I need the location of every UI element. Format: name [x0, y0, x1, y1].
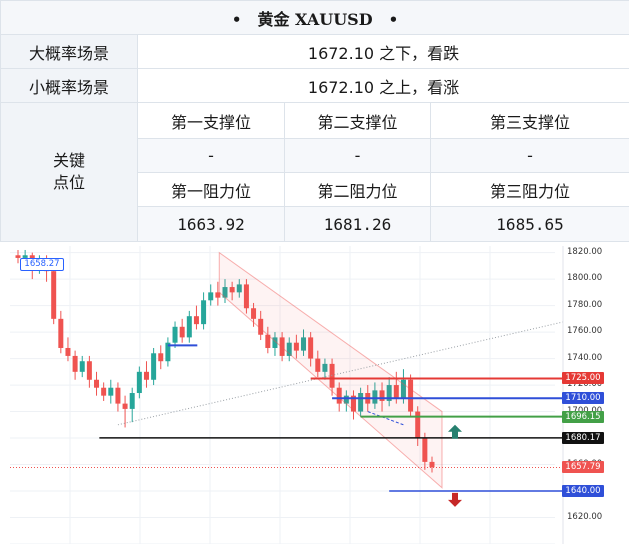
candle-body — [86, 361, 92, 380]
price-axis-label: 1760.00 — [567, 326, 603, 337]
candle-body — [115, 387, 121, 404]
level-tag: 1696.15 — [562, 410, 604, 423]
large-prob-label: 大概率场景 — [0, 34, 138, 69]
candle-body — [101, 387, 107, 396]
candle-body — [72, 355, 78, 372]
candle-body — [151, 353, 157, 380]
candle-body — [186, 316, 192, 338]
price-axis-label: 1780.00 — [567, 299, 603, 310]
candle-body — [79, 361, 85, 372]
key-levels-label: 关键点位 — [0, 102, 138, 242]
price-axis-label: 1620.00 — [567, 511, 603, 522]
candle-body — [108, 387, 114, 396]
support-1-value: - — [137, 138, 285, 173]
candle-body — [201, 300, 207, 325]
candle-body — [143, 371, 149, 380]
resistance-1-header: 第一阻力位 — [137, 172, 285, 207]
support-header-row: 关键点位 第一支撑位 第二支撑位 第三支撑位 — [0, 102, 629, 242]
price-axis-label: 1740.00 — [567, 352, 603, 363]
support-1-header: 第一支撑位 — [137, 102, 285, 139]
candle-body — [51, 271, 57, 319]
level-tag: 1710.00 — [562, 392, 604, 405]
candle-body — [122, 403, 128, 409]
candle-body — [193, 316, 199, 325]
support-3-header: 第三支撑位 — [429, 102, 629, 139]
table-title: • 黄金 XAUUSD • — [0, 0, 629, 35]
small-prob-label: 小概率场景 — [0, 68, 138, 103]
candle-body — [65, 347, 71, 356]
title-dot-left: • — [231, 10, 242, 29]
arrow-up-icon — [448, 424, 462, 439]
candle-body — [94, 379, 100, 388]
top-left-price-tag: 1658.27 — [20, 258, 64, 271]
title-text: 黄金 XAUUSD — [257, 9, 373, 29]
candle-body — [136, 371, 142, 394]
title-dot-right: • — [388, 10, 399, 29]
title-row: • 黄金 XAUUSD • — [0, 0, 629, 35]
small-prob-row: 小概率场景 1672.10 之上，看涨 — [0, 68, 629, 103]
downtrend-channel — [218, 251, 443, 489]
level-tag: 1680.17 — [562, 431, 604, 444]
support-2-value: - — [284, 138, 431, 173]
resistance-2-header: 第二阻力位 — [284, 172, 431, 207]
resistance-1-value: 1663.92 — [137, 206, 285, 242]
candle-body — [172, 326, 178, 343]
candle-body — [58, 318, 64, 348]
level-tag: 1725.00 — [562, 372, 604, 385]
candle-body — [158, 353, 164, 362]
large-prob-row: 大概率场景 1672.10 之下，看跌 — [0, 34, 629, 69]
candle-body — [179, 326, 185, 338]
price-axis-label: 1800.00 — [567, 273, 603, 284]
key-levels-text: 关键点位 — [52, 151, 85, 192]
large-prob-value: 1672.10 之下，看跌 — [136, 34, 629, 69]
price-chart[interactable]: 1658.27 1620.001640.001660.001680.001700… — [0, 246, 629, 544]
support-3-value: - — [429, 138, 629, 173]
candle-body — [208, 292, 214, 301]
chart-canvas[interactable] — [0, 246, 629, 544]
analysis-table: • 黄金 XAUUSD • 大概率场景 1672.10 之下，看跌 小概率场景 16… — [0, 0, 629, 242]
resistance-3-value: 1685.65 — [429, 206, 629, 242]
level-tag: 1657.79 — [562, 461, 604, 474]
arrow-down-icon — [448, 492, 462, 507]
level-tag: 1640.00 — [562, 485, 604, 498]
candle-body — [129, 393, 135, 409]
support-2-header: 第二支撑位 — [284, 102, 431, 139]
small-prob-value: 1672.10 之上，看涨 — [136, 68, 629, 103]
resistance-2-value: 1681.26 — [284, 206, 431, 242]
resistance-3-header: 第三阻力位 — [429, 172, 629, 207]
price-axis-label: 1820.00 — [567, 246, 603, 257]
